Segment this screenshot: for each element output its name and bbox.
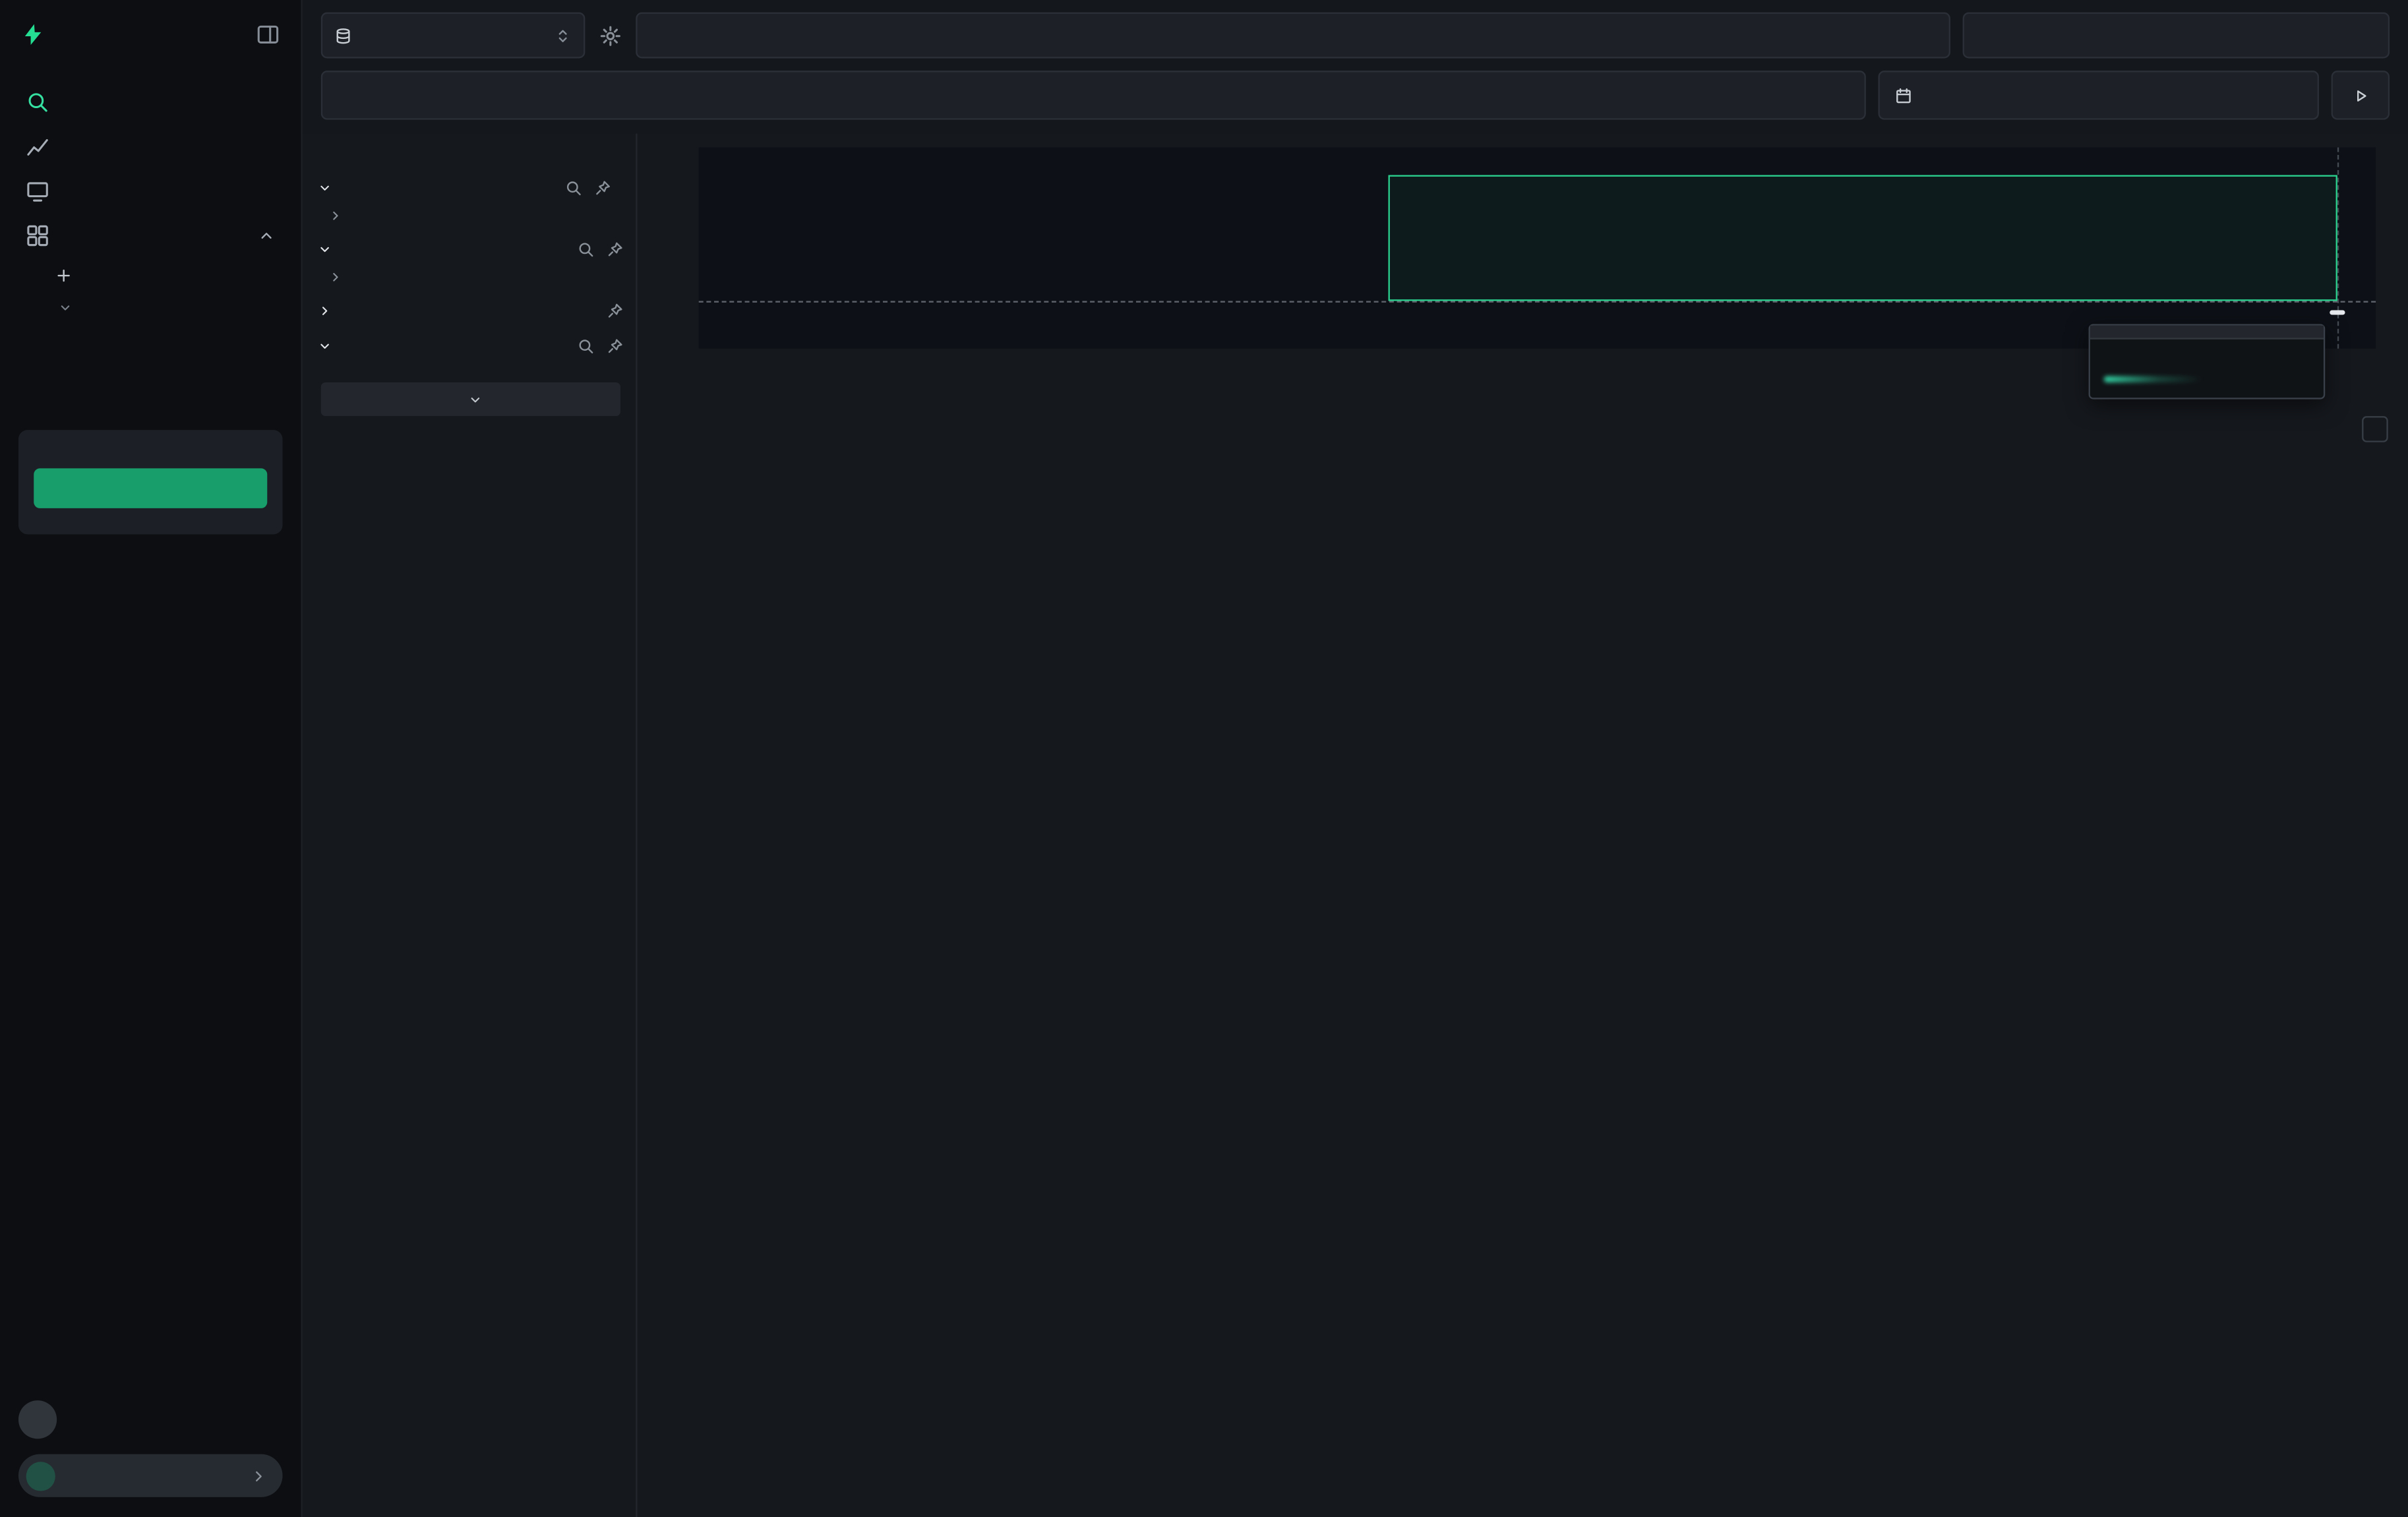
- search-bar: [321, 71, 1866, 120]
- pin-icon[interactable]: [594, 180, 611, 197]
- sql-query-input[interactable]: [636, 13, 1950, 59]
- timeline-pager: [2351, 416, 2388, 442]
- pin-icon[interactable]: [607, 303, 624, 320]
- main-column: [303, 0, 2408, 1517]
- chevron-right-icon: [251, 1467, 268, 1484]
- logo-row: [0, 0, 301, 67]
- sidebar-item-dashboards[interactable]: [15, 214, 286, 258]
- filter-group-statuscode[interactable]: [318, 326, 623, 361]
- tooltip-header: [2090, 326, 2324, 340]
- dashboards-grid-icon: [26, 224, 49, 247]
- sidebar-item-client-sessions[interactable]: [15, 169, 286, 214]
- search-icon[interactable]: [578, 338, 595, 355]
- search-icon: [26, 90, 49, 113]
- chart-tooltip: [2089, 324, 2326, 399]
- play-icon: [2352, 87, 2369, 104]
- order-by-input[interactable]: [1963, 13, 2390, 59]
- load-more-button[interactable]: [318, 202, 623, 229]
- chevron-right-icon: [328, 209, 342, 223]
- monitor-icon: [26, 180, 49, 203]
- mode-divider: [1840, 84, 1849, 106]
- calendar-icon: [1895, 87, 1912, 104]
- preset-kubernetes[interactable]: [15, 353, 286, 369]
- user-menu[interactable]: [18, 1454, 283, 1497]
- chevron-down-icon: [318, 181, 332, 195]
- cursor-line: [2337, 148, 2339, 349]
- presets-toggle[interactable]: [15, 293, 286, 322]
- timeline-chart: [638, 134, 2408, 460]
- next-page-button[interactable]: [2362, 416, 2388, 442]
- filter-group-spanname[interactable]: [318, 229, 623, 264]
- time-range-picker[interactable]: [1878, 71, 2318, 120]
- content: [303, 134, 2408, 1517]
- clickhouse-cloud-promo: [18, 430, 283, 534]
- chart-icon: [26, 135, 49, 158]
- source-settings-button[interactable]: [597, 24, 624, 47]
- chevron-down-icon: [468, 392, 482, 406]
- preset-clickhouse[interactable]: [15, 322, 286, 338]
- avatar: [26, 1461, 55, 1490]
- app-root: [0, 0, 2408, 1517]
- filter-group-servicename[interactable]: [318, 167, 623, 203]
- tooltip-count: [2103, 365, 2312, 384]
- chevron-up-icon: [258, 227, 275, 245]
- gear-icon: [599, 24, 622, 47]
- selection-handle[interactable]: [2330, 310, 2345, 314]
- get-started-button[interactable]: [34, 468, 267, 508]
- sidebar: [0, 0, 303, 1517]
- chevron-right-icon: [328, 270, 342, 284]
- chevron-down-icon: [318, 340, 332, 353]
- chevron-down-icon: [318, 243, 332, 256]
- sidebar-footer: [0, 1400, 301, 1517]
- source-select[interactable]: [321, 13, 586, 59]
- plus-icon: [55, 267, 73, 284]
- charts-area: [638, 134, 2408, 1517]
- topbar: [303, 0, 2408, 134]
- panel-collapse-icon: [256, 23, 280, 46]
- selection-rectangle[interactable]: [1388, 175, 2337, 301]
- preset-services[interactable]: [15, 338, 286, 353]
- show-more-button[interactable]: [318, 264, 623, 291]
- threshold-line: [699, 301, 2376, 303]
- search-input[interactable]: [338, 84, 1827, 107]
- more-filters-button[interactable]: [321, 382, 620, 416]
- timeline-heatmap-canvas[interactable]: [699, 148, 1160, 349]
- search-icon[interactable]: [578, 241, 595, 258]
- topbar-row-query: [321, 13, 2390, 59]
- create-dashboard-button[interactable]: [15, 258, 286, 293]
- pin-icon[interactable]: [607, 338, 624, 355]
- search-icon[interactable]: [565, 180, 582, 197]
- select-chevrons-icon: [555, 27, 572, 44]
- query-language-toggle[interactable]: [1840, 84, 1849, 106]
- help-button[interactable]: [18, 1400, 57, 1439]
- pin-icon[interactable]: [607, 241, 624, 258]
- topbar-row-search: [321, 71, 2390, 120]
- chevron-right-icon: [318, 304, 332, 318]
- sidebar-nav: [0, 67, 301, 369]
- hyperdx-bolt-icon: [22, 23, 45, 46]
- sidebar-collapse-button[interactable]: [256, 23, 280, 46]
- timeline-yaxis: [638, 134, 693, 364]
- database-icon: [335, 27, 352, 44]
- sidebar-item-search[interactable]: [15, 80, 286, 125]
- run-query-button[interactable]: [2332, 71, 2390, 120]
- chevron-down-icon: [59, 301, 73, 315]
- filter-group-spankind[interactable]: [318, 290, 623, 326]
- timeline-plot[interactable]: [699, 148, 2376, 349]
- sidebar-item-chart-explorer[interactable]: [15, 125, 286, 169]
- filters-panel: [303, 134, 638, 1517]
